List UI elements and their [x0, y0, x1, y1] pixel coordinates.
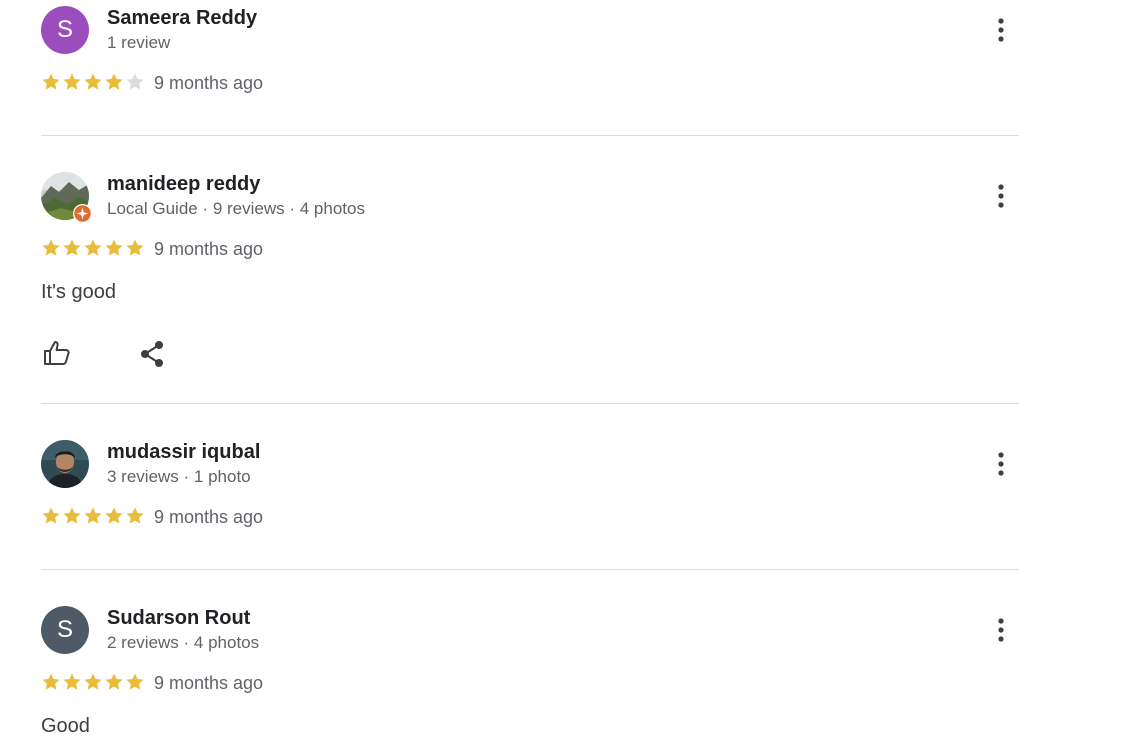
avatar[interactable] — [41, 440, 89, 488]
star-filled-icon — [126, 673, 144, 690]
divider — [41, 569, 1019, 570]
avatar[interactable]: S — [41, 6, 89, 54]
review-date: 9 months ago — [154, 507, 264, 527]
rating-stars — [41, 72, 145, 92]
star-filled-icon — [105, 73, 123, 90]
rating-stars — [41, 238, 145, 258]
local-guide-badge-icon — [73, 204, 92, 223]
review-date: 9 months ago — [154, 73, 264, 93]
star-filled-icon — [84, 507, 102, 524]
more-vert-icon — [998, 452, 1004, 476]
share-button[interactable] — [136, 338, 168, 370]
more-vert-icon — [998, 18, 1004, 42]
rating-stars — [41, 506, 145, 526]
divider — [41, 135, 1019, 136]
star-filled-icon — [42, 673, 60, 690]
star-filled-icon — [126, 507, 144, 524]
like-button[interactable] — [41, 337, 73, 369]
more-options-button[interactable] — [987, 614, 1015, 646]
reviewer-meta: 3 reviews · 1 photo — [107, 467, 251, 486]
star-filled-icon — [84, 673, 102, 690]
avatar-portrait-photo — [41, 440, 89, 488]
reviewer-meta: Local Guide · 9 reviews · 4 photos — [107, 199, 365, 218]
review-text: It's good — [41, 281, 116, 303]
star-filled-icon — [126, 239, 144, 256]
more-options-button[interactable] — [987, 448, 1015, 480]
rating-stars — [41, 672, 145, 692]
star-filled-icon — [63, 73, 81, 90]
more-vert-icon — [998, 618, 1004, 642]
reviewer-meta: 2 reviews · 4 photos — [107, 633, 260, 652]
avatar[interactable] — [41, 172, 92, 223]
reviewer-name[interactable]: manideep reddy — [107, 173, 260, 196]
more-options-button[interactable] — [987, 180, 1015, 212]
review-date: 9 months ago — [154, 239, 264, 259]
star-empty-icon — [126, 73, 144, 90]
star-filled-icon — [105, 239, 123, 256]
star-filled-icon — [105, 673, 123, 690]
share-icon — [141, 341, 163, 367]
review-date: 9 months ago — [154, 673, 264, 693]
avatar-initial: S — [56, 16, 73, 43]
star-filled-icon — [42, 507, 60, 524]
thumb-up-icon — [44, 341, 70, 365]
reviewer-meta: 1 review — [107, 33, 171, 52]
star-filled-icon — [63, 673, 81, 690]
divider — [41, 403, 1019, 404]
reviewer-name[interactable]: mudassir iqubal — [107, 441, 260, 464]
star-filled-icon — [84, 73, 102, 90]
star-filled-icon — [105, 507, 123, 524]
avatar[interactable]: S — [41, 606, 89, 654]
star-filled-icon — [63, 507, 81, 524]
star-filled-icon — [42, 239, 60, 256]
review-text: Good — [41, 715, 90, 737]
avatar-initial: S — [56, 616, 73, 643]
star-filled-icon — [63, 239, 81, 256]
reviewer-name[interactable]: Sudarson Rout — [107, 607, 250, 630]
reviewer-name[interactable]: Sameera Reddy — [107, 7, 257, 30]
star-filled-icon — [42, 73, 60, 90]
more-options-button[interactable] — [987, 14, 1015, 46]
star-filled-icon — [84, 239, 102, 256]
more-vert-icon — [998, 184, 1004, 208]
